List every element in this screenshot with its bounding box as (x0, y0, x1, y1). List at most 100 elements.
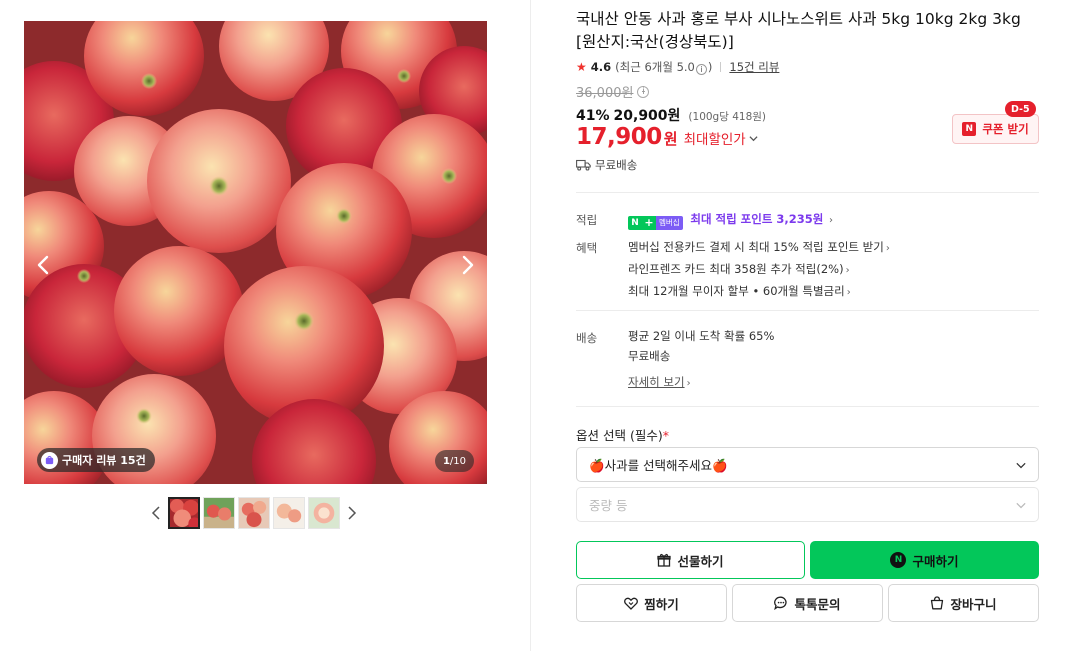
review-count-link[interactable]: 15건 리뷰 (729, 59, 779, 75)
delivery-fee: 무료배송 (628, 349, 671, 363)
star-icon: ★ (576, 60, 587, 74)
option-select-weight: 중량 등 (576, 487, 1039, 522)
option-select-apple-value: 🍎사과를 선택해주세요🍎 (589, 458, 728, 473)
option-label: 옵션 선택 (필수)* (576, 425, 669, 444)
gift-button[interactable]: 선물하기 (576, 541, 805, 579)
delivery-arrival-rate: 평균 2일 이내 도착 확률 65% (628, 329, 775, 343)
price-info-icon[interactable]: i (637, 85, 650, 98)
chevron-down-icon (1016, 462, 1026, 468)
point-value-row[interactable]: N + 멤버십 최대 적립 포인트 3,235원 › (628, 209, 833, 231)
unit-price: (100g당 418원) (688, 111, 767, 123)
heart-icon (624, 597, 639, 610)
cart-button[interactable]: 장바구니 (888, 584, 1039, 622)
chevron-left-icon (151, 506, 160, 520)
coupon-button[interactable]: N 쿠폰 받기 (952, 114, 1039, 144)
naver-membership-badge: N + 멤버십 (628, 216, 683, 230)
rating-recent: (최근 6개월 5.0 i) (615, 59, 712, 75)
info-icon[interactable]: i (695, 64, 707, 75)
benefit-label: 혜택 (576, 241, 598, 255)
max-discount-label: 최대할인가 (683, 132, 746, 148)
section-divider (576, 406, 1039, 407)
rating-recent-close: ) (707, 60, 713, 74)
naver-n-icon: N (628, 216, 642, 230)
review-badge-label: 구매자 리뷰 15건 (62, 454, 146, 467)
discount-price: 20,900원 (613, 108, 681, 124)
discount-row: 41% 20,900원 (100g당 418원) (576, 105, 766, 125)
image-prev-button[interactable] (32, 253, 56, 277)
image-counter: 1/10 (434, 450, 474, 472)
section-divider (576, 310, 1039, 311)
rating-row: ★ 4.6 (최근 6개월 5.0 i) 15건 리뷰 (576, 59, 779, 75)
benefit-item[interactable]: 멤버십 전용카드 결제 시 최대 15% 적립 포인트 받기 › (628, 237, 890, 259)
product-main-image (24, 21, 487, 484)
delivery-more-link[interactable]: 자세히 보기 (628, 375, 685, 389)
image-next-button[interactable] (455, 253, 479, 277)
thumbnail-1[interactable] (168, 497, 200, 529)
chevron-right-icon: › (686, 378, 691, 389)
chevron-down-icon (749, 135, 758, 141)
thumbnail-3[interactable] (238, 497, 270, 529)
gift-icon (657, 553, 672, 567)
option-select-apple[interactable]: 🍎사과를 선택해주세요🍎 (576, 447, 1039, 482)
benefit-item-text: 멤버십 전용카드 결제 시 최대 15% 적립 포인트 받기 (628, 240, 884, 254)
chevron-right-icon: › (846, 287, 851, 298)
rating-score: 4.6 (590, 60, 612, 74)
original-price-row: 36,000원 i (576, 82, 650, 101)
thumb-next-button[interactable] (343, 497, 361, 529)
chat-bubble-icon (774, 596, 788, 610)
product-title: 국내산 안동 사과 홍로 부사 시나노스위트 사과 5kg 10kg 2kg 3… (576, 10, 1021, 51)
max-point-link[interactable]: 최대 적립 포인트 3,235원 (690, 212, 823, 226)
coupon-label: 쿠폰 받기 (982, 122, 1029, 136)
cart-button-label: 장바구니 (950, 596, 997, 612)
product-image-gallery: 구매자 리뷰 15건 1/10 (24, 21, 487, 484)
benefit-item-text: 라인프렌즈 카드 최대 358원 추가 적립(2%) (628, 262, 844, 276)
buy-button-label: 구매하기 (912, 553, 959, 569)
thumbnail-strip (147, 497, 361, 529)
benefit-list: 멤버십 전용카드 결제 시 최대 15% 적립 포인트 받기 › 라인프렌즈 카드… (628, 237, 890, 303)
max-discount-toggle[interactable]: 최대할인가 (684, 128, 758, 148)
chevron-down-icon (1016, 502, 1026, 508)
shipping-row: 무료배송 (576, 157, 637, 173)
shopping-bag-icon (931, 596, 944, 610)
thumbnail-5[interactable] (308, 497, 340, 529)
gift-button-label: 선물하기 (677, 553, 724, 569)
talk-inquiry-label: 톡톡문의 (794, 596, 841, 612)
naver-n-icon: N (962, 122, 977, 136)
thumb-prev-button[interactable] (147, 497, 165, 529)
wish-button[interactable]: 찜하기 (576, 584, 727, 622)
chevron-right-icon (462, 255, 474, 275)
shipping-text: 무료배송 (595, 158, 638, 172)
talk-inquiry-button[interactable]: 톡톡문의 (732, 584, 883, 622)
option-select-weight-value: 중량 등 (589, 498, 628, 513)
chevron-right-icon: › (845, 265, 850, 276)
image-counter-total: /10 (449, 455, 466, 467)
buy-button[interactable]: N 구매하기 (810, 541, 1039, 579)
coupon-dday-badge: D-5 (1005, 101, 1036, 117)
review-bag-icon (41, 451, 58, 469)
option-label-text: 옵션 선택 (필수) (576, 428, 663, 443)
buyer-review-badge[interactable]: 구매자 리뷰 15건 (37, 448, 155, 472)
final-price-unit: 원 (663, 130, 678, 148)
chevron-left-icon (37, 255, 49, 275)
truck-icon (576, 159, 591, 171)
naver-pay-icon: N (890, 552, 907, 568)
delivery-info: 평균 2일 이내 도착 확률 65% 무료배송 자세히 보기 › (628, 326, 774, 394)
required-mark: * (662, 428, 669, 443)
section-divider (576, 192, 1039, 193)
point-label: 적립 (576, 213, 598, 227)
delivery-more-link-row[interactable]: 자세히 보기 › (628, 372, 774, 394)
rating-separator (720, 62, 722, 72)
thumbnail-4[interactable] (273, 497, 305, 529)
thumbnail-2[interactable] (203, 497, 235, 529)
chevron-right-icon: › (829, 215, 834, 226)
column-divider (530, 0, 531, 651)
benefit-item-text: 최대 12개월 무이자 할부 • 60개월 특별금리 (628, 284, 845, 298)
final-price-row: 17,900 원 최대할인가 (576, 124, 758, 150)
benefit-item[interactable]: 최대 12개월 무이자 할부 • 60개월 특별금리 › (628, 281, 890, 303)
benefit-item[interactable]: 라인프렌즈 카드 최대 358원 추가 적립(2%) › (628, 259, 890, 281)
chevron-right-icon: › (885, 243, 890, 254)
final-price: 17,900 (576, 124, 662, 150)
image-counter-current: 1 (442, 455, 450, 467)
membership-badge-text: 멤버십 (656, 216, 683, 230)
plus-icon: + (642, 216, 656, 230)
